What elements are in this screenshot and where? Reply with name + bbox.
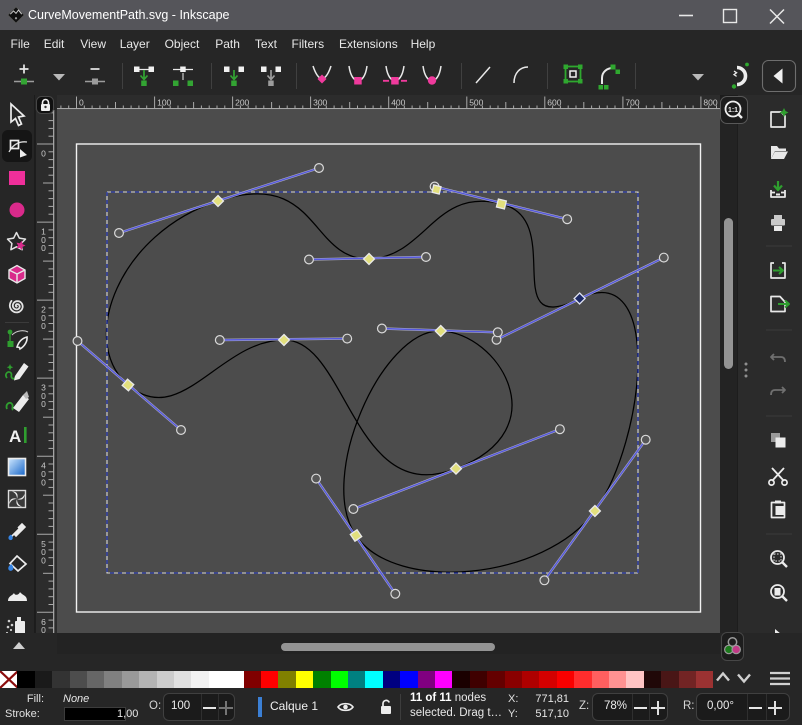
svg-text:500: 500 — [469, 98, 483, 108]
svg-text:100: 100 — [157, 98, 171, 108]
svg-text:0: 0 — [41, 321, 46, 331]
svg-text:A: A — [9, 427, 21, 446]
svg-text:0: 0 — [41, 399, 46, 409]
svg-text:800: 800 — [703, 98, 717, 108]
svg-text:0: 0 — [41, 149, 46, 159]
svg-text:600: 600 — [547, 98, 561, 108]
svg-text:1:1: 1:1 — [728, 107, 738, 114]
svg-text:200: 200 — [235, 98, 249, 108]
svg-text:0: 0 — [79, 98, 84, 108]
svg-text:0: 0 — [41, 625, 46, 633]
svg-text:0: 0 — [41, 555, 46, 565]
svg-text:400: 400 — [391, 98, 405, 108]
svg-text:0: 0 — [41, 477, 46, 487]
svg-text:0: 0 — [41, 243, 46, 253]
svg-text:700: 700 — [625, 98, 639, 108]
svg-text:300: 300 — [313, 98, 327, 108]
